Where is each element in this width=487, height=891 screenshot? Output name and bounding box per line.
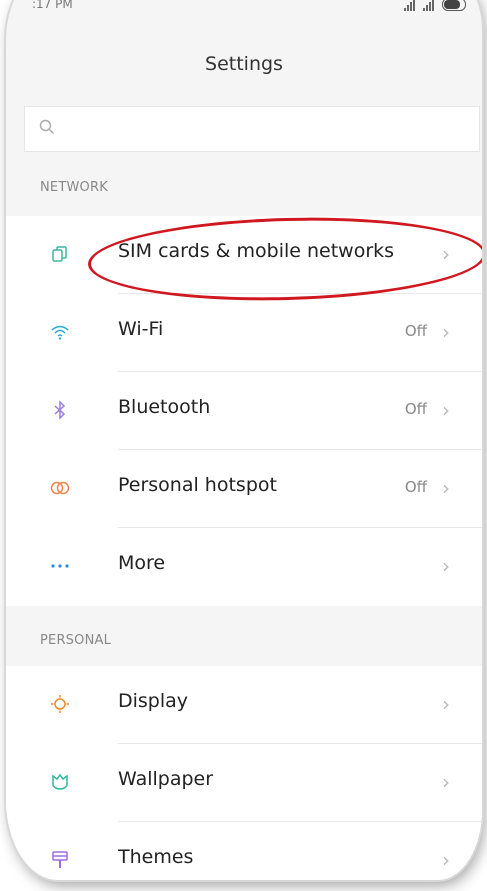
phone-frame: :17 PM Settings NETWORK SIM cards & mobi… <box>6 0 482 880</box>
signal-icon <box>423 0 434 11</box>
row-value: Off <box>404 322 427 340</box>
row-value: Off <box>404 400 427 418</box>
chevron-right-icon: › <box>442 476 450 500</box>
settings-row-themes[interactable]: Themes › <box>6 822 482 880</box>
bluetooth-icon <box>50 400 70 420</box>
chevron-right-icon: › <box>442 398 450 422</box>
chevron-right-icon: › <box>442 692 450 716</box>
signal-icon <box>404 0 415 11</box>
chevron-right-icon: › <box>442 554 450 578</box>
settings-row-wifi[interactable]: Wi-Fi Off › <box>6 294 482 372</box>
settings-row-display[interactable]: Display › <box>6 666 482 744</box>
settings-row-more[interactable]: More › <box>6 528 482 606</box>
status-time: :17 PM <box>32 0 73 11</box>
row-label: Display <box>118 690 189 712</box>
chevron-right-icon: › <box>442 848 450 872</box>
more-icon <box>50 556 70 576</box>
wallpaper-icon <box>50 772 70 792</box>
battery-icon <box>442 0 466 11</box>
row-label: More <box>118 552 166 574</box>
status-icons <box>404 0 466 11</box>
wifi-icon <box>50 322 70 342</box>
search-icon <box>39 119 54 134</box>
settings-row-hotspot[interactable]: Personal hotspot Off › <box>6 450 482 528</box>
settings-row-wallpaper[interactable]: Wallpaper › <box>6 744 482 822</box>
row-label: Wallpaper <box>118 768 214 790</box>
status-bar: :17 PM <box>6 0 482 20</box>
settings-row-bluetooth[interactable]: Bluetooth Off › <box>6 372 482 450</box>
row-label: Bluetooth <box>118 396 211 418</box>
sim-card-icon <box>50 244 70 264</box>
row-label: Personal hotspot <box>118 474 277 496</box>
hotspot-icon <box>50 478 70 498</box>
chevron-right-icon: › <box>442 770 450 794</box>
row-label: Wi-Fi <box>118 318 164 340</box>
row-label: Themes <box>118 846 194 868</box>
section-header-network: NETWORK <box>40 180 108 195</box>
section-header-personal: PERSONAL <box>40 633 112 648</box>
themes-icon <box>50 850 70 870</box>
page-title: Settings <box>205 53 283 75</box>
chevron-right-icon: › <box>442 320 450 344</box>
sun-icon <box>50 694 70 714</box>
row-value: Off <box>404 478 427 496</box>
search-input[interactable] <box>24 106 480 152</box>
